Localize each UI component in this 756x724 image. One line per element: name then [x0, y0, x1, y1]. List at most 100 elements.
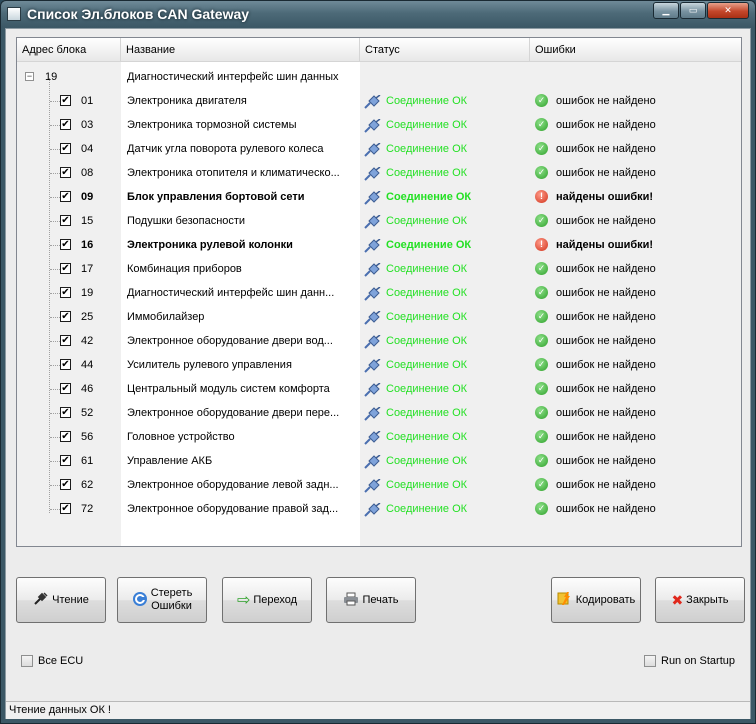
row-errors: ошибок не найдено — [556, 479, 656, 491]
row-name: Датчик угла поворота рулевого колеса — [127, 143, 324, 155]
row-name: Электроника двигателя — [127, 95, 247, 107]
all-ecu-label: Все ECU — [38, 655, 84, 667]
row-checkbox[interactable]: ✔ — [60, 383, 71, 394]
column-header-status[interactable]: Статус — [360, 38, 530, 62]
row-checkbox[interactable]: ✔ — [60, 167, 71, 178]
table-row[interactable]: ✔ 03 Электроника тормозной системы Соединен… — [17, 113, 741, 137]
row-checkbox[interactable]: ✔ — [60, 455, 71, 466]
window: Список Эл.блоков CAN Gateway ▁ ▭ ✕ Адрес… — [0, 0, 756, 724]
code-button[interactable]: Кодировать — [551, 577, 641, 623]
row-checkbox[interactable]: ✔ — [60, 359, 71, 370]
row-name: Электронное оборудование левой задн... — [127, 479, 339, 491]
clear-errors-button[interactable]: Стереть Ошибки — [117, 577, 207, 623]
row-errors: ошибок не найдено — [556, 359, 656, 371]
row-name: Электроника рулевой колонки — [127, 239, 293, 251]
all-ecu-checkbox[interactable] — [21, 655, 33, 667]
row-checkbox[interactable]: ✔ — [60, 263, 71, 274]
ecu-tree-list[interactable]: Адрес блока Название Статус Ошибки − 19 … — [16, 37, 742, 547]
row-status: Соединение ОК — [386, 239, 472, 251]
table-row[interactable]: ✔ 15 Подушки безопасности Соединение ОК ✓ оши… — [17, 209, 741, 233]
table-row[interactable]: ✔ 44 Усилитель рулевого управления Соединен… — [17, 353, 741, 377]
row-address: 15 — [81, 215, 94, 227]
check-circle-icon: ✓ — [535, 166, 548, 179]
row-checkbox[interactable]: ✔ — [60, 311, 71, 322]
close-window-button[interactable]: ✕ — [707, 2, 749, 19]
check-circle-icon: ✓ — [535, 118, 548, 131]
row-checkbox[interactable]: ✔ — [60, 239, 71, 250]
read-button[interactable]: Чтение — [16, 577, 106, 623]
row-address: 09 — [81, 191, 94, 203]
status-bar: Чтение данных ОК ! — [6, 701, 750, 719]
row-checkbox[interactable]: ✔ — [60, 191, 71, 202]
row-errors: ошибок не найдено — [556, 167, 656, 179]
row-checkbox[interactable]: ✔ — [60, 143, 71, 154]
run-on-startup-checkbox[interactable] — [644, 655, 656, 667]
column-header-address[interactable]: Адрес блока — [17, 38, 121, 62]
minimize-button[interactable]: ▁ — [653, 2, 679, 19]
table-row[interactable]: ✔ 16 Электроника рулевой колонки Соединение… — [17, 233, 741, 257]
table-row[interactable]: ✔ 62 Электронное оборудование левой задн..… — [17, 473, 741, 497]
run-on-startup-label: Run on Startup — [661, 655, 735, 667]
connector-plug-icon — [364, 262, 381, 277]
table-row[interactable]: ✔ 52 Электронное оборудование двери пере..… — [17, 401, 741, 425]
row-address: 17 — [81, 263, 94, 275]
row-name: Подушки безопасности — [127, 215, 246, 227]
check-circle-icon: ✓ — [535, 262, 548, 275]
row-checkbox[interactable]: ✔ — [60, 119, 71, 130]
row-address: 44 — [81, 359, 94, 371]
connector-plug-icon — [364, 478, 381, 493]
table-row[interactable]: ✔ 01 Электроника двигателя Соединение ОК ✓ ош… — [17, 89, 741, 113]
table-row[interactable]: ✔ 04 Датчик угла поворота рулевого колеса С… — [17, 137, 741, 161]
close-icon: ✖ — [671, 591, 684, 608]
row-errors: найдены ошибки! — [556, 191, 654, 203]
row-address: 42 — [81, 335, 94, 347]
table-row[interactable]: ✔ 09 Блок управления бортовой сети Соединен… — [17, 185, 741, 209]
table-row[interactable]: ✔ 61 Управление АКБ Соединение ОК ✓ ошибок не… — [17, 449, 741, 473]
tree-root-row[interactable]: − 19 Диагностический интерфейс шин данны… — [17, 65, 741, 89]
row-checkbox[interactable]: ✔ — [60, 287, 71, 298]
collapse-icon[interactable]: − — [25, 72, 34, 81]
row-errors: ошибок не найдено — [556, 407, 656, 419]
row-status: Соединение ОК — [386, 335, 468, 347]
table-row[interactable]: ✔ 25 Иммобилайзер Соединение ОК ✓ ошибок не н… — [17, 305, 741, 329]
read-button-label: Чтение — [52, 593, 89, 606]
column-header-name[interactable]: Название — [121, 38, 360, 62]
connector-plug-icon — [364, 142, 381, 157]
row-checkbox[interactable]: ✔ — [60, 95, 71, 106]
table-row[interactable]: ✔ 72 Электронное оборудование правой зад..… — [17, 497, 741, 521]
close-button[interactable]: ✖ Закрыть — [655, 577, 745, 623]
row-status: Соединение ОК — [386, 407, 468, 419]
table-row[interactable]: ✔ 19 Диагностический интерфейс шин данн...… — [17, 281, 741, 305]
row-errors: ошибок не найдено — [556, 503, 656, 515]
check-circle-icon: ✓ — [535, 142, 548, 155]
print-button[interactable]: Печать — [326, 577, 416, 623]
connector-plug-icon — [364, 454, 381, 469]
check-circle-icon: ✓ — [535, 406, 548, 419]
maximize-button[interactable]: ▭ — [680, 2, 706, 19]
column-header-errors[interactable]: Ошибки — [530, 38, 741, 62]
row-checkbox[interactable]: ✔ — [60, 503, 71, 514]
title-bar[interactable]: Список Эл.блоков CAN Gateway ▁ ▭ ✕ — [1, 1, 755, 28]
row-checkbox[interactable]: ✔ — [60, 407, 71, 418]
arrow-right-icon: ⇨ — [236, 591, 251, 609]
client-area: Адрес блока Название Статус Ошибки − 19 … — [5, 28, 751, 719]
table-row[interactable]: ✔ 56 Головное устройство Соединение ОК ✓ ошиб… — [17, 425, 741, 449]
row-errors: ошибок не найдено — [556, 119, 656, 131]
check-circle-icon: ✓ — [535, 286, 548, 299]
table-row[interactable]: ✔ 17 Комбинация приборов Соединение ОК ✓ ошиб… — [17, 257, 741, 281]
table-row[interactable]: ✔ 08 Электроника отопителя и климатическо.… — [17, 161, 741, 185]
row-errors: ошибок не найдено — [556, 263, 656, 275]
row-checkbox[interactable]: ✔ — [60, 215, 71, 226]
table-row[interactable]: ✔ 46 Центральный модуль систем комфорта Сое… — [17, 377, 741, 401]
table-row[interactable]: ✔ 42 Электронное оборудование двери вод...… — [17, 329, 741, 353]
row-name: Усилитель рулевого управления — [127, 359, 292, 371]
row-address: 46 — [81, 383, 94, 395]
check-circle-icon: ✓ — [535, 454, 548, 467]
row-checkbox[interactable]: ✔ — [60, 479, 71, 490]
row-status: Соединение ОК — [386, 287, 468, 299]
row-checkbox[interactable]: ✔ — [60, 335, 71, 346]
goto-button[interactable]: ⇨ Переход — [222, 577, 312, 623]
check-circle-icon: ✓ — [535, 310, 548, 323]
row-status: Соединение ОК — [386, 503, 468, 515]
row-checkbox[interactable]: ✔ — [60, 431, 71, 442]
